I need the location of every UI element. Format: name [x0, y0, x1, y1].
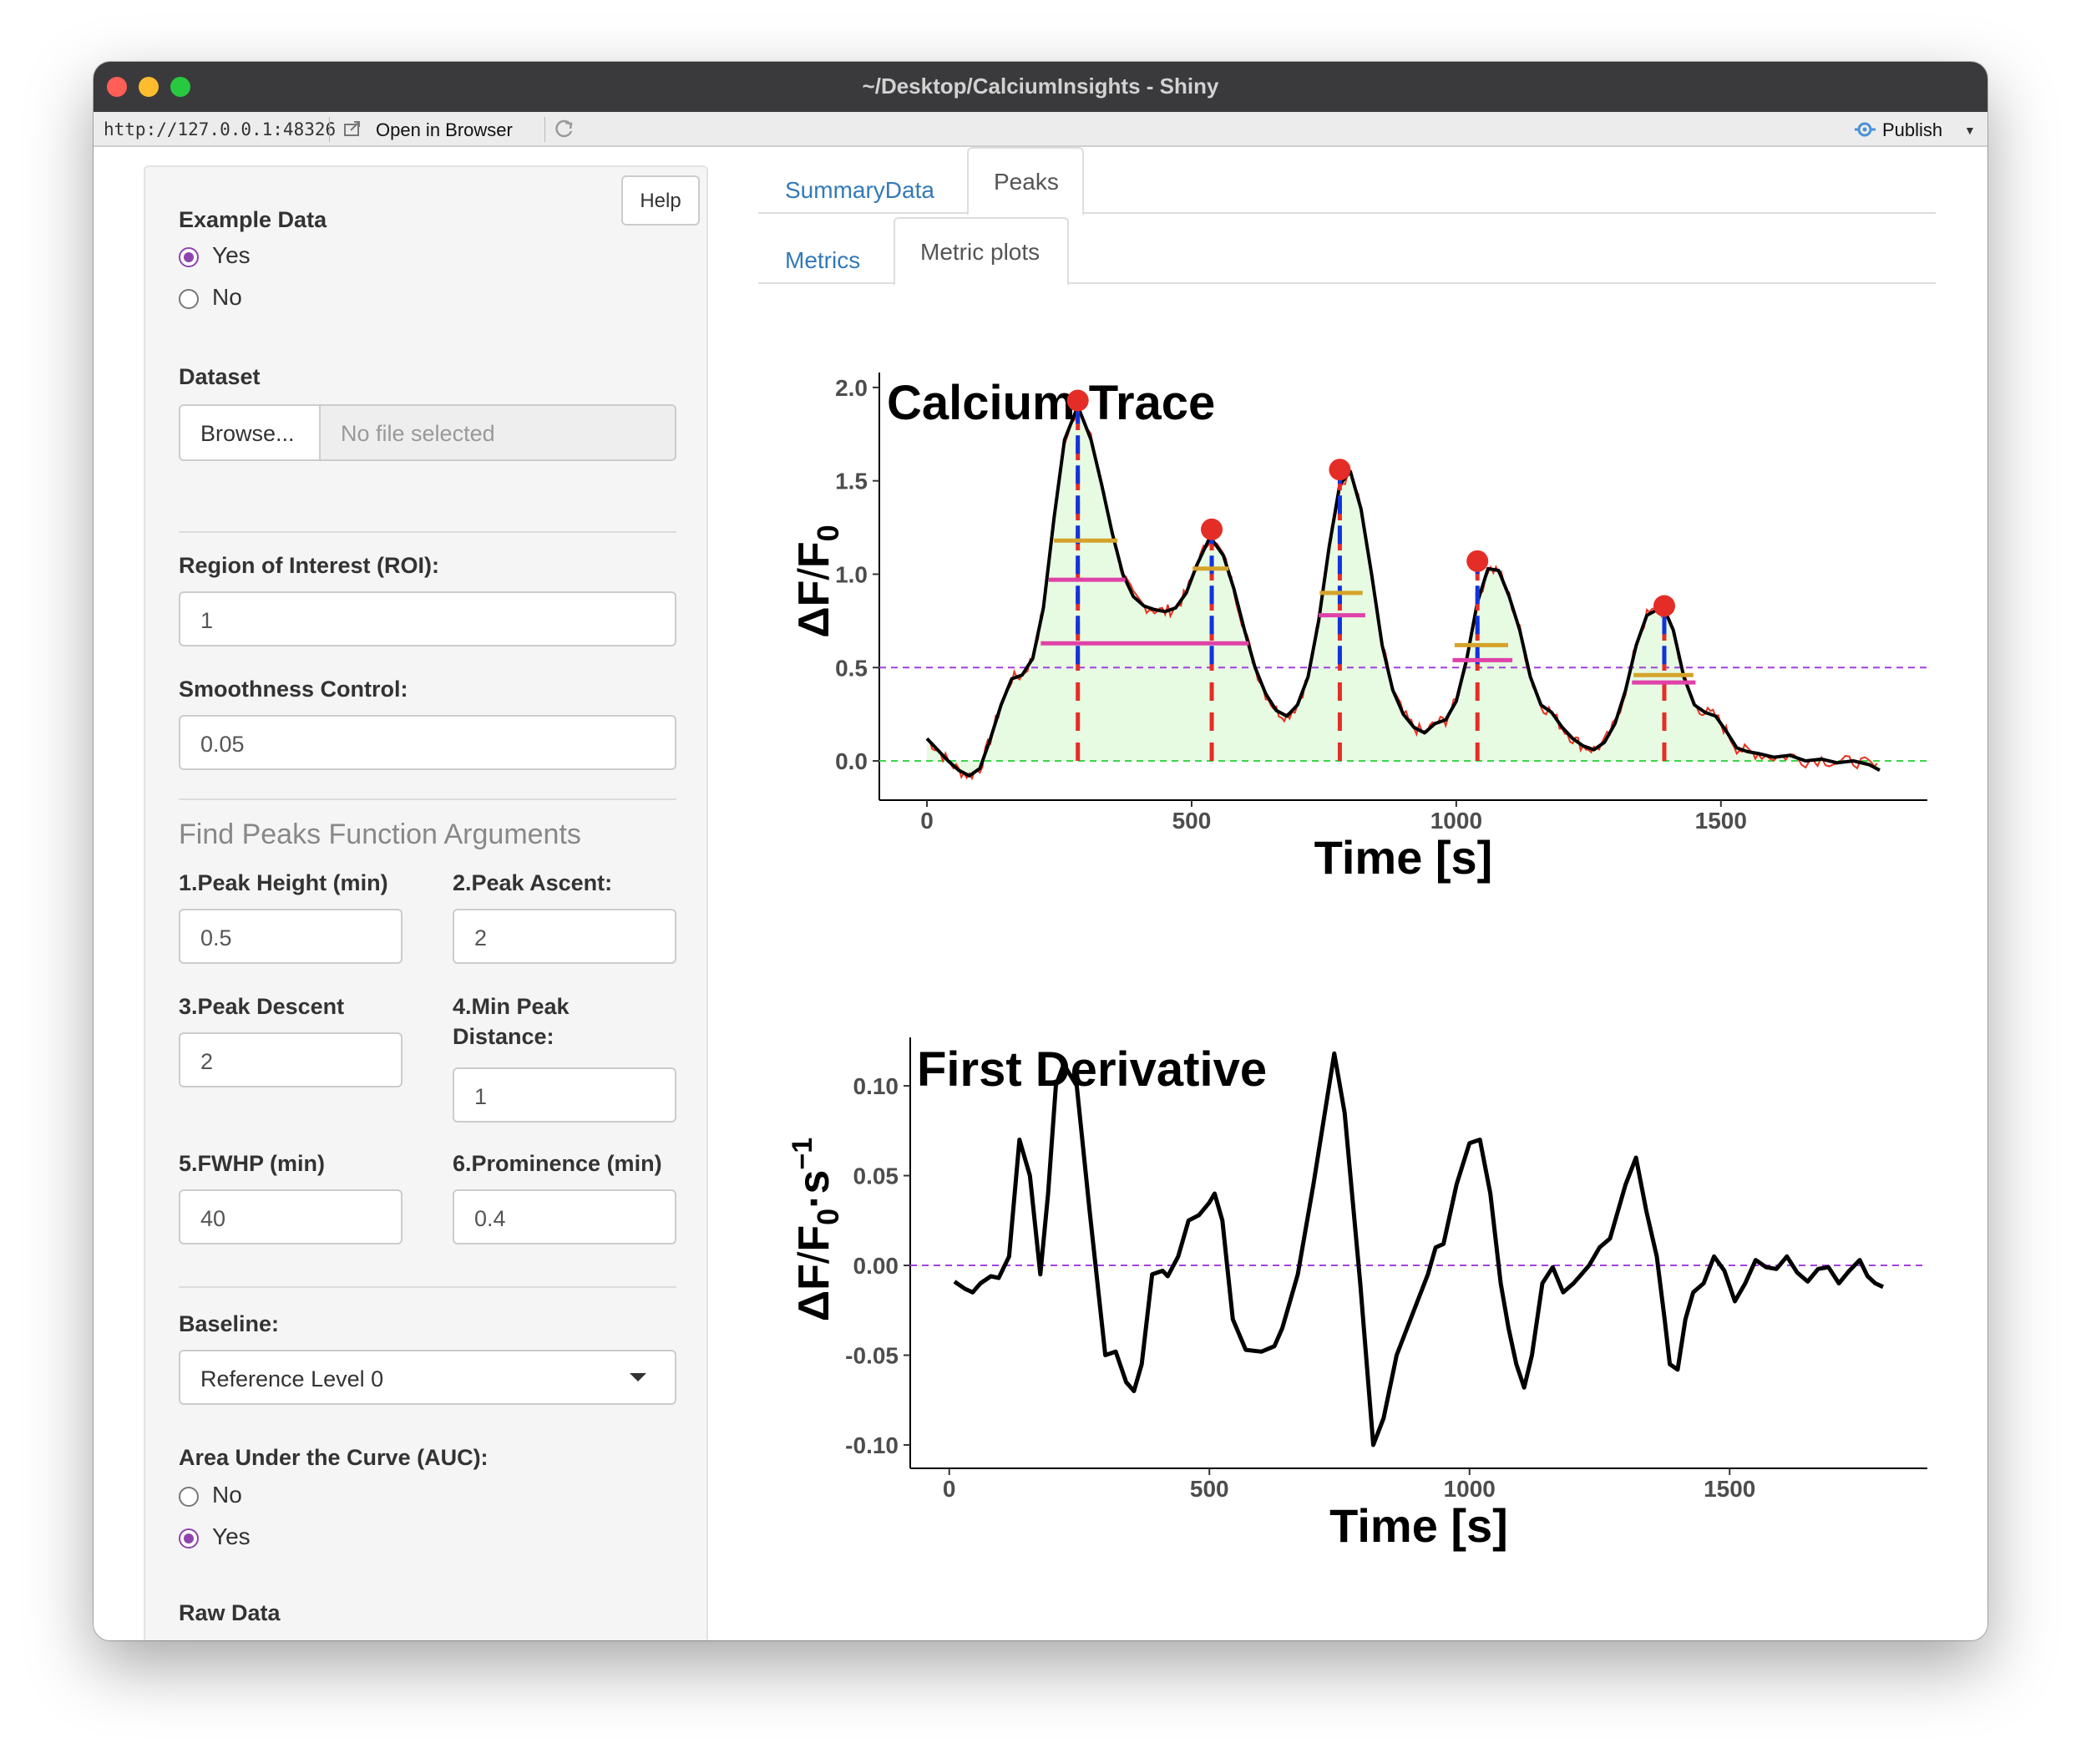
peak-height-input[interactable]: 0.5 — [179, 909, 403, 964]
x-tick-label: 0 — [943, 1476, 956, 1502]
peak-marker — [1066, 389, 1089, 412]
y-axis-label: ΔF/F0 — [790, 525, 845, 637]
divider — [179, 1286, 676, 1288]
raw-data-label: Raw Data — [179, 1600, 281, 1625]
main-panel: SummaryData Peaks Metrics Metric plots C… — [758, 147, 1936, 1640]
peak-descent-label: 3.Peak Descent — [179, 994, 345, 1019]
x-tick-label: 0 — [920, 808, 934, 834]
min-peak-distance-label: 4.Min Peak Distance: — [453, 994, 570, 1049]
fwhp-label: 5.FWHP (min) — [179, 1151, 325, 1176]
baseline-selected-value: Reference Level 0 — [200, 1366, 384, 1391]
y-tick-label: -0.10 — [845, 1432, 899, 1458]
peak-ascent-label: 2.Peak Ascent: — [453, 870, 613, 895]
roi-label: Region of Interest (ROI): — [179, 553, 439, 578]
prominence-label: 6.Prominence (min) — [453, 1151, 662, 1176]
file-input: Browse... No file selected — [179, 404, 676, 461]
auc-label: Area Under the Curve (AUC): — [179, 1445, 489, 1470]
y-tick-label: 0.0 — [835, 748, 868, 774]
chart-title: First Derivative — [917, 1042, 1267, 1097]
fwhp-input[interactable]: 40 — [179, 1189, 403, 1244]
auc-area — [927, 406, 1880, 776]
y-tick-label: 2.0 — [835, 375, 868, 401]
toolbar-divider — [544, 117, 545, 142]
divider — [179, 531, 676, 533]
smoothness-label: Smoothness Control: — [179, 677, 408, 702]
x-tick-label: 1500 — [1695, 808, 1747, 834]
y-tick-label: -0.05 — [845, 1343, 899, 1369]
address-bar: http://127.0.0.1:48326 Open in Browser P… — [94, 112, 1987, 147]
x-tick-label: 500 — [1172, 808, 1212, 834]
smoothness-input[interactable]: 0.05 — [179, 715, 676, 770]
calcium-trace-plot: Calcium Trace 0 500 1000 1500 0.0 0.5 1.0 1.5 2.0… — [790, 373, 1927, 884]
help-button[interactable]: Help — [621, 175, 700, 226]
open-in-browser-button[interactable]: Open in Browser — [376, 119, 513, 141]
url-field[interactable]: http://127.0.0.1:48326 — [104, 119, 336, 139]
peak-marker — [1329, 459, 1351, 481]
browse-button[interactable]: Browse... — [180, 406, 321, 459]
chevron-down-icon — [630, 1373, 646, 1381]
peak-ascent-input[interactable]: 2 — [453, 909, 676, 964]
app-content: Help Example Data Yes No Dataset Browse.… — [94, 147, 1987, 1640]
sidebar-panel: Help Example Data Yes No Dataset Browse.… — [144, 165, 708, 1640]
x-tick-label: 1500 — [1704, 1476, 1755, 1502]
y-tick-label: 1.5 — [835, 469, 868, 494]
peak-marker — [1201, 518, 1223, 540]
min-peak-distance-input[interactable]: 1 — [453, 1067, 676, 1123]
derivative-line — [953, 1051, 1885, 1447]
first-derivative-plot: First Derivative 0 500 1000 1500 0.10 0.05 0.00… — [787, 1037, 1927, 1552]
x-tick-label: 1000 — [1444, 1476, 1496, 1502]
peak-marker — [1466, 550, 1489, 572]
prominence-input[interactable]: 0.4 — [453, 1189, 676, 1244]
find-peaks-heading: Find Peaks Function Arguments — [179, 819, 581, 850]
x-axis-label: Time [s] — [1329, 1499, 1508, 1552]
example-data-label: Example Data — [179, 207, 327, 232]
y-tick-label: 0.10 — [853, 1073, 899, 1099]
roi-input[interactable]: 1 — [179, 591, 676, 646]
metric-plots-canvas: Calcium Trace 0 500 1000 1500 0.0 0.5 1.0 1.5 2.0… — [787, 373, 1927, 1552]
baseline-label: Baseline: — [179, 1311, 280, 1336]
publish-dropdown-icon[interactable]: ▼ — [1964, 124, 1976, 137]
chart-title: Calcium Trace — [887, 376, 1215, 430]
y-axis-label: ΔF/F0·s−1 — [787, 1138, 845, 1321]
peak-descent-input[interactable]: 2 — [179, 1032, 403, 1087]
x-axis-label: Time [s] — [1314, 831, 1493, 884]
open-in-browser-icon — [342, 120, 362, 144]
y-tick-label: 0.00 — [853, 1253, 899, 1279]
peak-marker — [1653, 595, 1675, 617]
y-tick-label: 1.0 — [835, 561, 868, 587]
window-title: ~/Desktop/CalciumInsights - Shiny — [862, 74, 1219, 99]
x-tick-label: 500 — [1190, 1476, 1229, 1502]
x-tick-label: 1000 — [1430, 808, 1482, 834]
toolbar-divider — [329, 117, 330, 142]
y-tick-label: 0.05 — [853, 1163, 899, 1189]
peak-height-label: 1.Peak Height (min) — [179, 870, 388, 895]
title-bar: ~/Desktop/CalciumInsights - Shiny — [94, 62, 1987, 112]
app-window: ~/Desktop/CalciumInsights - Shiny http:/… — [94, 62, 1987, 1640]
baseline-select[interactable]: Reference Level 0 — [179, 1350, 676, 1405]
refresh-icon[interactable] — [553, 119, 576, 145]
divider — [179, 798, 676, 800]
dataset-label: Dataset — [179, 364, 261, 389]
y-tick-label: 0.5 — [835, 655, 868, 681]
publish-button[interactable]: Publish — [1882, 119, 1942, 141]
file-name-field: No file selected — [341, 421, 495, 446]
publish-icon — [1852, 119, 1877, 145]
